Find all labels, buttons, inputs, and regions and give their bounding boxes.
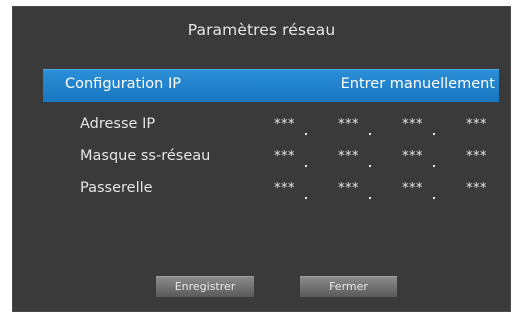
dialog-title: Paramètres réseau (187, 21, 336, 39)
gateway-octet-2[interactable]: *** (338, 181, 359, 196)
gateway-octet-1[interactable]: *** (274, 181, 295, 196)
ip-address-octet-4[interactable]: *** (466, 117, 487, 132)
subnet-mask-octet-2[interactable]: *** (338, 149, 359, 164)
ip-address-separator (305, 133, 307, 135)
ip-address-octet-1[interactable]: *** (274, 117, 295, 132)
ip-address-separator (433, 133, 435, 135)
subnet-mask-separator (305, 165, 307, 167)
subnet-mask-separator (369, 165, 371, 167)
gateway-separator (433, 197, 435, 199)
subnet-mask-octet-1[interactable]: *** (274, 149, 295, 164)
ip-configuration-row[interactable]: Configuration IP Entrer manuellement (43, 69, 499, 102)
ip-address-octet-3[interactable]: *** (402, 117, 423, 132)
ip-configuration-label: Configuration IP (65, 76, 181, 92)
gateway-separator (369, 197, 371, 199)
save-button[interactable]: Enregistrer (156, 276, 254, 297)
ip-address-label: Adresse IP (80, 116, 156, 132)
ip-address-separator (369, 133, 371, 135)
subnet-mask-octet-4[interactable]: *** (466, 149, 487, 164)
close-button[interactable]: Fermer (300, 276, 397, 297)
gateway-octet-3[interactable]: *** (402, 181, 423, 196)
subnet-mask-octet-3[interactable]: *** (402, 149, 423, 164)
subnet-mask-separator (433, 165, 435, 167)
gateway-label: Passerelle (80, 180, 153, 196)
ip-configuration-value[interactable]: Entrer manuellement (341, 76, 495, 92)
network-settings-dialog: Paramètres réseau Configuration IP Entre… (12, 6, 511, 312)
gateway-octet-4[interactable]: *** (466, 181, 487, 196)
subnet-mask-label: Masque ss-réseau (80, 148, 211, 164)
ip-address-octet-2[interactable]: *** (338, 117, 359, 132)
gateway-separator (305, 197, 307, 199)
